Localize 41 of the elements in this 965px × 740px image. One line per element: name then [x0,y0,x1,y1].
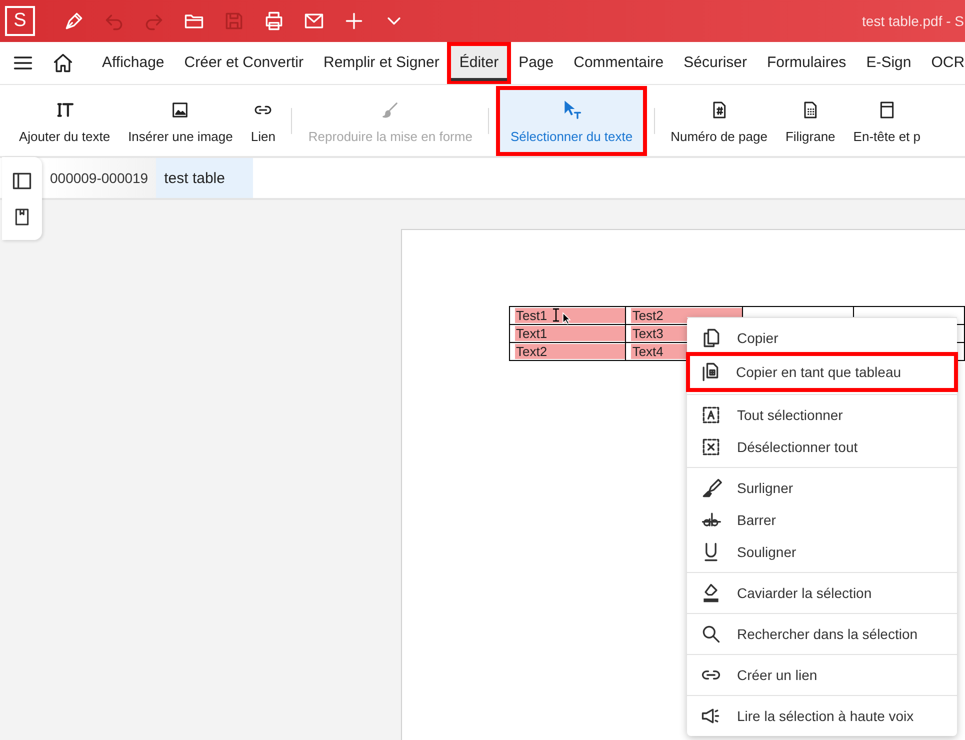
deselect-icon [700,436,722,458]
menu-tab[interactable]: OCR [921,44,965,82]
home-icon[interactable] [52,52,74,74]
menu-tab[interactable]: Remplir et Signer [313,44,450,82]
toolbar-button[interactable]: Sélectionner du texte [500,90,643,152]
menu-item[interactable]: Rechercher dans la sélection [687,618,957,650]
print-icon[interactable] [263,10,285,32]
menu-item[interactable]: Barrer [687,504,957,536]
toolbar-button[interactable]: Lien [242,90,284,152]
menu-tab[interactable]: Sécuriser [674,44,757,82]
toolbar-button[interactable]: Numéro de page [662,90,776,152]
document-tab[interactable]: test table [156,158,254,198]
menu-item[interactable]: Désélectionner tout [687,431,957,463]
selection-highlight: Text2 [515,344,626,359]
search-icon [700,623,722,645]
menu-item[interactable]: Surligner [687,472,957,504]
menu-tab[interactable]: Éditer [451,46,507,80]
selection-highlight: Test1 [515,308,626,323]
menu-item[interactable]: Lire la sélection à haute voix [687,700,957,732]
menu-tab[interactable]: Page [508,44,564,82]
menu-item[interactable]: Tout sélectionner [687,399,957,431]
selection-highlight: Text1 [515,326,626,341]
pen-icon[interactable] [63,10,85,32]
highlighter-icon [700,477,722,499]
menu-tab[interactable]: Créer et Convertir [174,44,314,82]
menu-tab[interactable]: Affichage [92,44,174,82]
menu-item[interactable]: Caviarder la sélection [687,577,957,609]
menu-item[interactable]: Souligner [687,536,957,568]
menu-tab[interactable]: Formulaires [757,44,856,82]
toolbar-button[interactable]: En-tête et p [844,90,930,152]
menu-tab[interactable]: E-Sign [856,44,922,82]
plus-icon[interactable] [343,10,365,32]
toolbar-button[interactable]: Ajouter du texte [10,90,120,152]
window-title: test table.pdf - S [862,13,964,29]
toolbar-button[interactable]: Filigrane [776,90,844,152]
toolbar-button[interactable]: Insérer une image [119,90,242,152]
app-logo: S [5,6,35,36]
menu-item[interactable]: Créer un lien [687,659,957,691]
menu-item[interactable]: Copier en tant que tableau [690,356,954,388]
select-all-icon [700,404,722,426]
menu-tab[interactable]: Commentaire [564,44,674,82]
